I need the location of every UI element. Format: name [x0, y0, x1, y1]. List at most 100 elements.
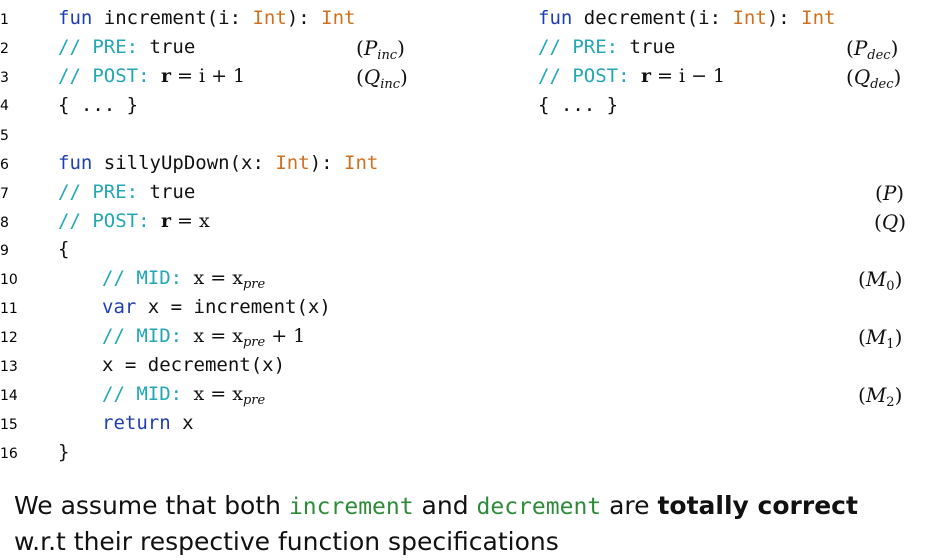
comment: // POST:	[58, 210, 161, 232]
label-sub: 2	[886, 395, 895, 410]
prose-text: We assume that both	[14, 491, 289, 520]
line-number: 16	[0, 446, 18, 462]
condition-value: true	[629, 36, 676, 58]
mid-assertion-2: // MID: x = xpre	[102, 383, 266, 408]
mid-assertion-0: // MID: x = xpre	[102, 267, 266, 292]
label-main: M	[865, 383, 887, 407]
label-m1: (M1)	[858, 325, 903, 352]
label-main: P	[853, 36, 868, 60]
decrement-signature: fun decrement(i: Int): Int	[538, 9, 835, 28]
function-name: increment	[288, 494, 414, 520]
keyword: fun	[58, 152, 93, 174]
line-number: 4	[0, 98, 9, 114]
comment: // PRE:	[58, 36, 150, 58]
label-main: M	[865, 325, 887, 349]
line-number: 1	[0, 12, 9, 28]
keyword: fun	[58, 7, 93, 29]
label-main: P	[882, 181, 897, 205]
line-number: 10	[0, 272, 18, 288]
keyword: var	[102, 296, 137, 318]
type-name: Int	[732, 7, 767, 29]
label-p-inc: (Pinc)	[356, 36, 405, 63]
math-lhs: x = x	[193, 325, 243, 347]
signature-text: increment(i:	[92, 7, 253, 29]
label-p: (P)	[875, 181, 905, 205]
open-brace: {	[58, 238, 70, 260]
increment-body: { ... }	[58, 94, 139, 116]
math-sub: pre	[242, 393, 266, 408]
label-sub: inc	[380, 77, 401, 92]
type-name: Int	[344, 152, 379, 174]
label-sub: 0	[886, 279, 895, 294]
type-name: Int	[801, 7, 836, 29]
math-sub: pre	[242, 335, 266, 350]
comment: // MID:	[102, 267, 194, 289]
type-name: Int	[275, 152, 310, 174]
label-sub: inc	[377, 48, 398, 63]
condition-value: true	[149, 36, 196, 58]
label-main: Q	[853, 65, 871, 89]
line-number: 13	[0, 359, 18, 375]
statement-text: x = increment(x)	[136, 296, 331, 318]
assignment-statement: x = decrement(x)	[102, 354, 286, 376]
decrement-postcondition: // POST: r = i − 1	[538, 67, 725, 86]
math-expression: x = xpre	[194, 267, 266, 292]
line-number: 3	[0, 70, 9, 86]
decrement-precondition: // PRE: true	[538, 38, 675, 57]
label-main: Q	[363, 65, 381, 89]
prose-line-1: We assume that both increment and decrem…	[14, 493, 858, 519]
math-rest: + 1	[265, 325, 306, 347]
result-var: r	[160, 210, 171, 232]
math-sub: pre	[242, 277, 266, 292]
var-declaration: var x = increment(x)	[102, 298, 331, 317]
math-rhs: x	[198, 210, 210, 232]
line-number: 7	[0, 186, 9, 202]
line-number: 5	[0, 128, 9, 144]
increment-signature: fun increment(i: Int): Int	[58, 9, 355, 28]
increment-precondition: // PRE: true	[58, 38, 195, 57]
label-main: Q	[881, 210, 899, 234]
comment: // POST:	[58, 65, 161, 87]
prose-text: and	[413, 491, 477, 520]
sillyupdown-signature: fun sillyUpDown(x: Int): Int	[58, 154, 378, 173]
statement-text: x	[170, 412, 194, 434]
math-rhs: i + 1	[198, 65, 246, 87]
sillyupdown-precondition: // PRE: true	[58, 183, 195, 202]
line-number: 6	[0, 157, 9, 173]
signature-text: ):	[286, 7, 322, 29]
keyword: return	[102, 412, 171, 434]
math-expression: r = x	[161, 210, 210, 232]
label-m2: (M2)	[858, 383, 903, 410]
result-var: r	[160, 65, 171, 87]
math-eq: =	[650, 65, 679, 87]
comment: // POST:	[538, 65, 641, 87]
condition-value: true	[149, 181, 196, 203]
math-rhs: i − 1	[678, 65, 726, 87]
math-eq: =	[170, 65, 199, 87]
label-sub: dec	[867, 48, 891, 63]
comment: // MID:	[102, 325, 194, 347]
label-main: P	[363, 36, 378, 60]
math-expression: r = i − 1	[641, 65, 725, 87]
math-eq: =	[170, 210, 199, 232]
label-sub: 1	[886, 337, 895, 352]
label-q-inc: (Qinc)	[356, 65, 408, 92]
function-name: decrement	[476, 494, 602, 520]
line-number: 2	[0, 41, 9, 57]
decrement-body: { ... }	[538, 94, 619, 116]
signature-text: sillyUpDown(x:	[92, 152, 276, 174]
math-expression: x = xpre + 1	[193, 325, 306, 350]
math-expression: x = xpre	[193, 383, 266, 408]
math-lhs: x = x	[193, 383, 243, 405]
line-number: 12	[0, 330, 18, 346]
close-brace: }	[58, 441, 70, 463]
math-expression: r = i + 1	[161, 65, 245, 87]
line-number: 11	[0, 301, 18, 317]
comment: // PRE:	[538, 36, 630, 58]
return-statement: return x	[102, 414, 194, 433]
signature-text: ):	[766, 7, 802, 29]
label-sub: dec	[870, 77, 894, 92]
sillyupdown-postcondition: // POST: r = x	[58, 212, 210, 231]
line-number: 15	[0, 417, 18, 433]
result-var: r	[640, 65, 651, 87]
